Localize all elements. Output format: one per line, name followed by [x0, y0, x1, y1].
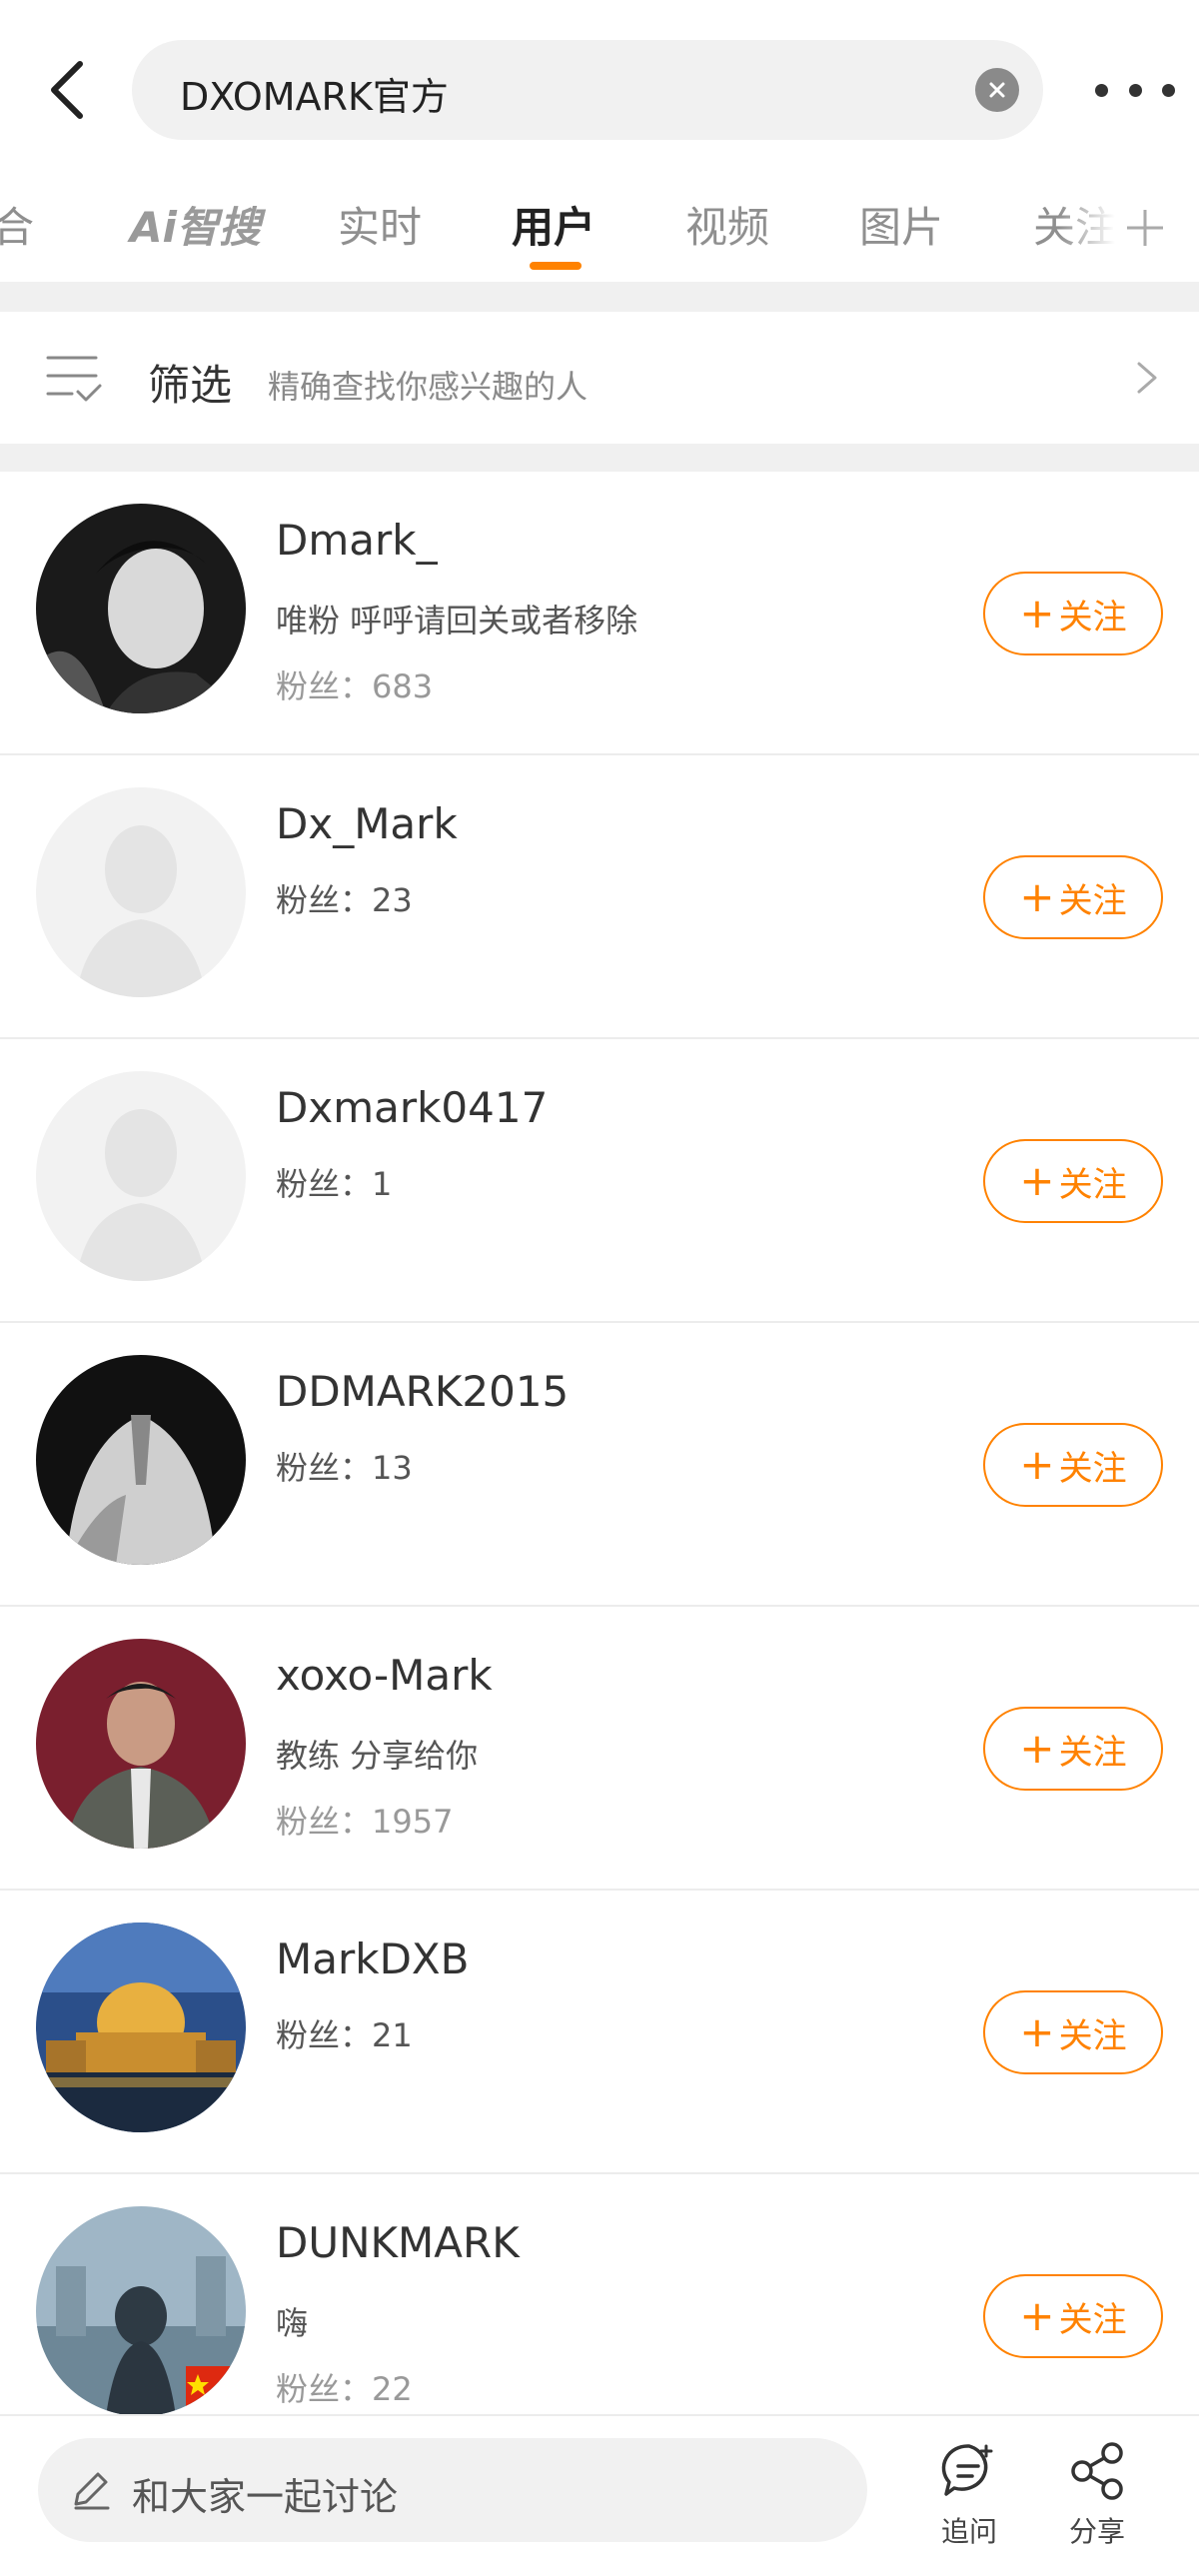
more-dot-icon: [1162, 83, 1175, 97]
avatar-image: [36, 1923, 246, 2132]
user-fans-count: 粉丝：21: [276, 2016, 413, 2054]
avatar[interactable]: [36, 787, 246, 997]
user-name[interactable]: DUNKMARK: [276, 2218, 520, 2267]
filter-label: 筛选: [148, 361, 233, 410]
user-bio: 唯粉 呼呼请回关或者移除: [276, 602, 638, 640]
chat-bubble-icon: [941, 2444, 993, 2496]
plus-icon: +: [1019, 872, 1055, 921]
ask-label: 追问: [940, 2515, 997, 2548]
user-name[interactable]: DDMARK2015: [276, 1367, 569, 1416]
user-name[interactable]: xoxo-Mark: [276, 1651, 493, 1700]
user-name[interactable]: Dxmark0417: [276, 1083, 548, 1132]
user-row[interactable]: MarkDXB 粉丝：21 + 关注: [0, 1891, 1199, 2174]
comment-input[interactable]: 和大家一起讨论: [38, 2438, 867, 2542]
user-fans-count: 粉丝：1957: [276, 1803, 454, 1841]
active-tab-indicator: [530, 262, 582, 270]
follow-button[interactable]: + 关注: [983, 1139, 1163, 1223]
share-icon: [1071, 2442, 1123, 2500]
follow-label: 关注: [1058, 2299, 1127, 2340]
follow-label: 关注: [1058, 1448, 1127, 1489]
avatar[interactable]: [36, 1355, 246, 1565]
plus-icon: +: [1019, 1156, 1055, 1205]
user-row[interactable]: Dx_Mark 粉丝：23 + 关注: [0, 755, 1199, 1039]
plus-icon: +: [1019, 2007, 1055, 2056]
share-label: 分享: [1068, 2515, 1125, 2548]
follow-button[interactable]: + 关注: [983, 572, 1163, 655]
more-options-button[interactable]: [1095, 70, 1175, 110]
bottom-bar: 和大家一起讨论 追问 分享: [0, 2414, 1199, 2576]
default-avatar-icon: [36, 787, 246, 997]
follow-label: 关注: [1058, 1164, 1127, 1205]
follow-button[interactable]: + 关注: [983, 1990, 1163, 2074]
user-fans-count: 粉丝：683: [276, 667, 434, 705]
default-avatar-icon: [36, 1071, 246, 1281]
follow-label: 关注: [1058, 880, 1127, 921]
follow-label: 关注: [1058, 2015, 1127, 2056]
avatar-image: [36, 504, 246, 713]
follow-button[interactable]: + 关注: [983, 1423, 1163, 1507]
tab-users[interactable]: 用户: [512, 194, 596, 255]
tab-images[interactable]: 图片: [859, 194, 943, 255]
user-row[interactable]: DDMARK2015 粉丝：13 + 关注: [0, 1323, 1199, 1607]
avatar-image: [36, 1639, 246, 1849]
user-row[interactable]: Dmark_ 唯粉 呼呼请回关或者移除 粉丝：683 + 关注: [0, 472, 1199, 755]
more-dot-icon: [1128, 83, 1142, 97]
follow-label: 关注: [1058, 1732, 1127, 1773]
filter-description: 精确查找你感兴趣的人: [268, 368, 589, 406]
section-divider: [0, 282, 1199, 312]
user-fans-count: 粉丝：13: [276, 1449, 413, 1487]
avatar-image: [36, 2206, 246, 2416]
plus-icon: +: [1019, 589, 1055, 638]
user-bio: 嗨: [276, 2304, 309, 2342]
follow-label: 关注: [1058, 597, 1127, 638]
tab-realtime[interactable]: 实时: [338, 194, 422, 255]
filter-icon: [46, 356, 102, 402]
search-input[interactable]: DXOMARK官方: [132, 40, 1043, 140]
back-button[interactable]: [34, 54, 98, 126]
add-tab-button[interactable]: [1119, 198, 1171, 258]
ask-button[interactable]: 追问: [919, 2440, 1019, 2570]
more-dot-icon: [1095, 83, 1108, 97]
chevron-right-icon: [1137, 362, 1157, 394]
search-results-page: DXOMARK官方 合 Ai智搜 实时 用户 视频 图片 关注: [0, 0, 1199, 2576]
user-fans-count: 粉丝：23: [276, 881, 413, 919]
user-row[interactable]: xoxo-Mark 教练 分享给你 粉丝：1957 + 关注: [0, 1607, 1199, 1891]
user-bio: 教练 分享给你: [276, 1737, 479, 1775]
avatar[interactable]: [36, 1071, 246, 1281]
filter-row[interactable]: 筛选 精确查找你感兴趣的人: [0, 312, 1199, 444]
user-name[interactable]: Dx_Mark: [276, 799, 458, 848]
avatar[interactable]: [36, 1639, 246, 1849]
section-divider: [0, 444, 1199, 472]
search-query-text: DXOMARK官方: [180, 75, 449, 119]
avatar[interactable]: [36, 504, 246, 713]
plus-icon: +: [1019, 1724, 1055, 1773]
avatar[interactable]: [36, 1923, 246, 2132]
follow-button[interactable]: + 关注: [983, 855, 1163, 939]
clear-search-button[interactable]: [975, 68, 1019, 112]
pencil-icon: [74, 2472, 110, 2510]
user-row[interactable]: Dxmark0417 粉丝：1 + 关注: [0, 1039, 1199, 1323]
share-button[interactable]: 分享: [1047, 2440, 1147, 2570]
header: DXOMARK官方: [0, 0, 1199, 180]
close-icon: [989, 82, 1005, 98]
follow-button[interactable]: + 关注: [983, 2274, 1163, 2358]
user-fans-count: 粉丝：22: [276, 2370, 413, 2408]
avatar[interactable]: [36, 2206, 246, 2416]
tab-comprehensive[interactable]: 合: [0, 194, 34, 255]
back-arrow-icon: [51, 61, 83, 119]
plus-icon: +: [1019, 2291, 1055, 2340]
tab-video[interactable]: 视频: [685, 194, 769, 255]
user-name[interactable]: Dmark_: [276, 516, 438, 565]
plus-icon: +: [1019, 1440, 1055, 1489]
follow-button[interactable]: + 关注: [983, 1707, 1163, 1791]
avatar-image: [36, 1355, 246, 1565]
tab-bar: 合 Ai智搜 实时 用户 视频 图片 关注: [0, 180, 1199, 280]
user-name[interactable]: MarkDXB: [276, 1934, 470, 1983]
tab-ai-search[interactable]: Ai智搜: [130, 194, 261, 255]
user-fans-count: 粉丝：1: [276, 1165, 393, 1203]
comment-placeholder: 和大家一起讨论: [132, 2475, 399, 2519]
plus-icon: [1127, 210, 1163, 246]
